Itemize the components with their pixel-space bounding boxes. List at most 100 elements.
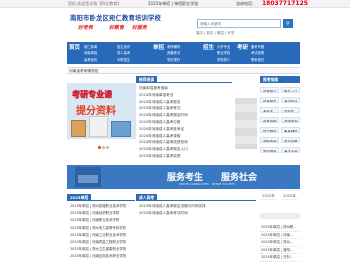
service-banner[interactable]: 服务考生 服务社会 SERVE CANDIDATES · SERVE SOCIE… xyxy=(67,165,300,189)
nav-enroll[interactable]: 招生 xyxy=(201,42,216,64)
hotline-number: 18037717125 xyxy=(262,0,308,7)
search-icon: ⚲ xyxy=(286,20,290,27)
logo-slogan-1: 好老师 xyxy=(78,25,94,31)
list-item[interactable]: 2025年单招 | 河南经贸职业学院 xyxy=(67,210,135,217)
year-link[interactable]: 2025年 xyxy=(281,193,298,200)
nav-link[interactable]: 中职招生 xyxy=(117,57,153,63)
list-item[interactable]: 2024年河南成人高考成绩 xyxy=(136,153,232,160)
carousel-dot[interactable] xyxy=(98,146,101,149)
list-item[interactable]: 2025年单招 | 河南工业职业技术学院 xyxy=(67,232,135,239)
list-item[interactable]: 2024年河南成人高考录取 xyxy=(136,133,232,140)
top-date-link[interactable]: 2025年单招 | 单招职业学校 xyxy=(148,1,198,7)
nav-single-exam[interactable]: 单招 xyxy=(151,42,166,64)
nav-column-3: 考研辅导 资格考试 学历提升 xyxy=(167,44,203,64)
nav-column-5: 备考专题 考试政策 联系我们 xyxy=(251,44,287,64)
promo-banner[interactable]: 考研专业课 提分资料 xyxy=(67,83,136,139)
list-item[interactable]: 2025年单招 | 河南质量工程职业学院 xyxy=(67,239,135,246)
carousel-dots xyxy=(98,145,138,151)
nav-home[interactable]: 首页 xyxy=(67,42,82,64)
news-list: 河南单招报考指南 2024年河南单招考试 2024年河南成人高考报名 2024年… xyxy=(136,85,232,160)
list-item[interactable]: 2025年单招 | 洛阳... xyxy=(260,247,300,254)
sidebar-list: 2025年单招 | 郑州职... 2025年单招 | 河南... 2025年单招… xyxy=(260,224,300,263)
nav-link[interactable]: 高考资讯 xyxy=(84,57,120,63)
section-divider xyxy=(136,82,232,83)
single-exam-list: 2025年单招 | 郑州铁路职业技术学院 2025年单招 | 河南经贸职业学院 … xyxy=(67,203,135,261)
list-item[interactable]: 2025年单招 | 郑州铁路职业技术学院 xyxy=(67,203,135,210)
notice-bar: 河南省考研辅导班 xyxy=(67,67,300,74)
guide-button[interactable]: 学历提升 xyxy=(260,147,279,153)
nav-link[interactable]: 学历提升 xyxy=(167,57,203,63)
section-divider xyxy=(136,200,256,201)
list-item[interactable]: 2025年单招 | 开封... xyxy=(260,254,300,262)
logo-title: 南阳市卧龙区宛仁教育培训学校 xyxy=(70,15,161,22)
guide-button[interactable]: 备考辅导 xyxy=(281,127,300,133)
list-item[interactable]: 2024年河南成人高考考试 xyxy=(136,105,232,112)
single-exam-section: 2025单招 2025年单招 | 郑州铁路职业技术学院 2025年单招 | 河南… xyxy=(67,194,135,263)
list-item[interactable]: 2023年河南成人高考报名流程与时间安排 xyxy=(136,203,256,210)
guide-button[interactable]: 成考简介 xyxy=(260,87,279,93)
year-link[interactable]: 2025年 xyxy=(260,193,277,200)
nav-postgrad[interactable]: 考研 xyxy=(235,42,250,64)
sidebar-header: 报考指南 xyxy=(260,76,300,83)
welcome-text: 您好,欢迎您光临【四亿教育】 xyxy=(68,1,122,6)
hot-search-links[interactable]: 高中 | 初中 | 单招 | 升学 xyxy=(196,31,306,36)
list-item[interactable]: 河南单招报考指南 xyxy=(136,85,232,92)
carousel-dot[interactable] xyxy=(106,146,109,149)
guide-button[interactable]: 专升本 xyxy=(260,107,279,113)
guide-button[interactable]: 成考报名 xyxy=(260,97,279,103)
list-item[interactable]: 2024年河南成人高考报名入口 xyxy=(136,146,232,153)
list-item[interactable]: 2025年单招 | 河南职业技术学院 xyxy=(67,217,135,224)
top-bar: 您好,欢迎您光临【四亿教育】 2025年单招 | 单招职业学校 咨询电话: 18… xyxy=(0,0,350,8)
logo-slogan-3: 好服务 xyxy=(132,25,148,31)
adult-exam-section: 成人高考 2023年河南成人高考报名流程与时间安排 2024年河南成人高考考试时… xyxy=(136,194,256,263)
guide-button[interactable]: 常见问题 xyxy=(281,137,300,143)
banner-small-text: SERVE CANDIDATES · SERVE SOCIETY xyxy=(179,182,236,186)
list-item[interactable]: 2024年河南单招考试 xyxy=(136,92,232,99)
sidebar-divider xyxy=(260,213,300,219)
guide-button[interactable]: 高起本 xyxy=(281,107,300,113)
list-item[interactable]: 2025年单招 | 郑州... xyxy=(260,239,300,247)
list-item[interactable]: 2025年单招 | 河南应用技术职业学院 xyxy=(67,253,135,260)
book-image xyxy=(111,121,131,137)
guide-button[interactable]: 录取查询 xyxy=(260,137,279,143)
guide-button[interactable]: 招生院校 xyxy=(260,127,279,133)
list-item[interactable]: 2025年单招 | 河南... xyxy=(260,232,300,239)
search-box xyxy=(197,19,281,28)
list-item[interactable]: 2024年河南成人高考成绩查询 xyxy=(136,139,232,146)
search-input[interactable] xyxy=(198,20,280,27)
book-image xyxy=(89,116,108,137)
guide-button[interactable]: 报名入口 xyxy=(281,87,300,93)
logo-slogan-2: 好教育 xyxy=(109,25,125,31)
hotline-label: 咨询电话: xyxy=(236,1,254,6)
main-nav: 首页 宛仁新闻 河南单招 高考资讯 招生资讯 成人高考 中职招生 单招 考研辅导… xyxy=(67,42,300,64)
list-item[interactable]: 2024年河南成人高考报名时间 xyxy=(136,112,232,119)
nav-link[interactable]: 联系我们 xyxy=(251,57,287,63)
list-item[interactable]: 2024年河南成人高考报名 xyxy=(136,99,232,106)
adult-exam-list: 2023年河南成人高考报名流程与时间安排 2024年河南成人高考考试时间 xyxy=(136,203,256,217)
list-item[interactable]: 2024年河南成人高考准考证 xyxy=(136,126,232,133)
list-item[interactable]: 2024年河南成人高考考试时间 xyxy=(136,210,256,217)
notice-text[interactable]: 河南省考研辅导班 xyxy=(69,69,99,74)
search-button[interactable]: ⚲ xyxy=(283,19,293,28)
list-item[interactable]: 2024年河南成人高考分数 xyxy=(136,119,232,126)
site-logo[interactable]: 南阳市卧龙区宛仁教育培训学校 好老师 好教育 好服务 xyxy=(70,13,170,38)
list-item[interactable]: 2025年单招 | 郑州电力高等专科学校 xyxy=(67,225,135,232)
nav-column-2: 招生资讯 成人高考 中职招生 xyxy=(117,44,153,64)
guide-button[interactable]: 考试科目 xyxy=(281,97,300,103)
guide-button[interactable]: 成绩查询 xyxy=(281,117,300,123)
guide-button[interactable]: 成考流程 xyxy=(260,117,279,123)
list-item[interactable]: 2025年单招 | 郑州职... xyxy=(260,224,300,232)
news-section: 推荐阅读 河南单招报考指南 2024年河南单招考试 2024年河南成人高考报名 … xyxy=(136,76,232,161)
nav-column-1: 宛仁新闻 河南单招 高考资讯 xyxy=(84,44,120,64)
photo-column xyxy=(232,76,258,161)
temple-image xyxy=(75,167,101,187)
section-divider xyxy=(67,200,135,201)
book-image xyxy=(71,120,86,137)
photo-image[interactable] xyxy=(235,98,257,149)
list-item[interactable]: 2025年单招 | 郑州卫生健康职业学院 xyxy=(67,246,135,253)
guide-button-grid: 成考简介 报名入口 成考报名 考试科目 专升本 高起本 成考流程 成绩查询 招生… xyxy=(260,87,300,162)
carousel-dot[interactable] xyxy=(102,146,105,149)
guide-button[interactable]: 考试大纲 xyxy=(281,147,300,153)
banner-subheadline: 提分资料 xyxy=(76,106,116,117)
banner-headline: 考研专业课 xyxy=(72,90,112,99)
